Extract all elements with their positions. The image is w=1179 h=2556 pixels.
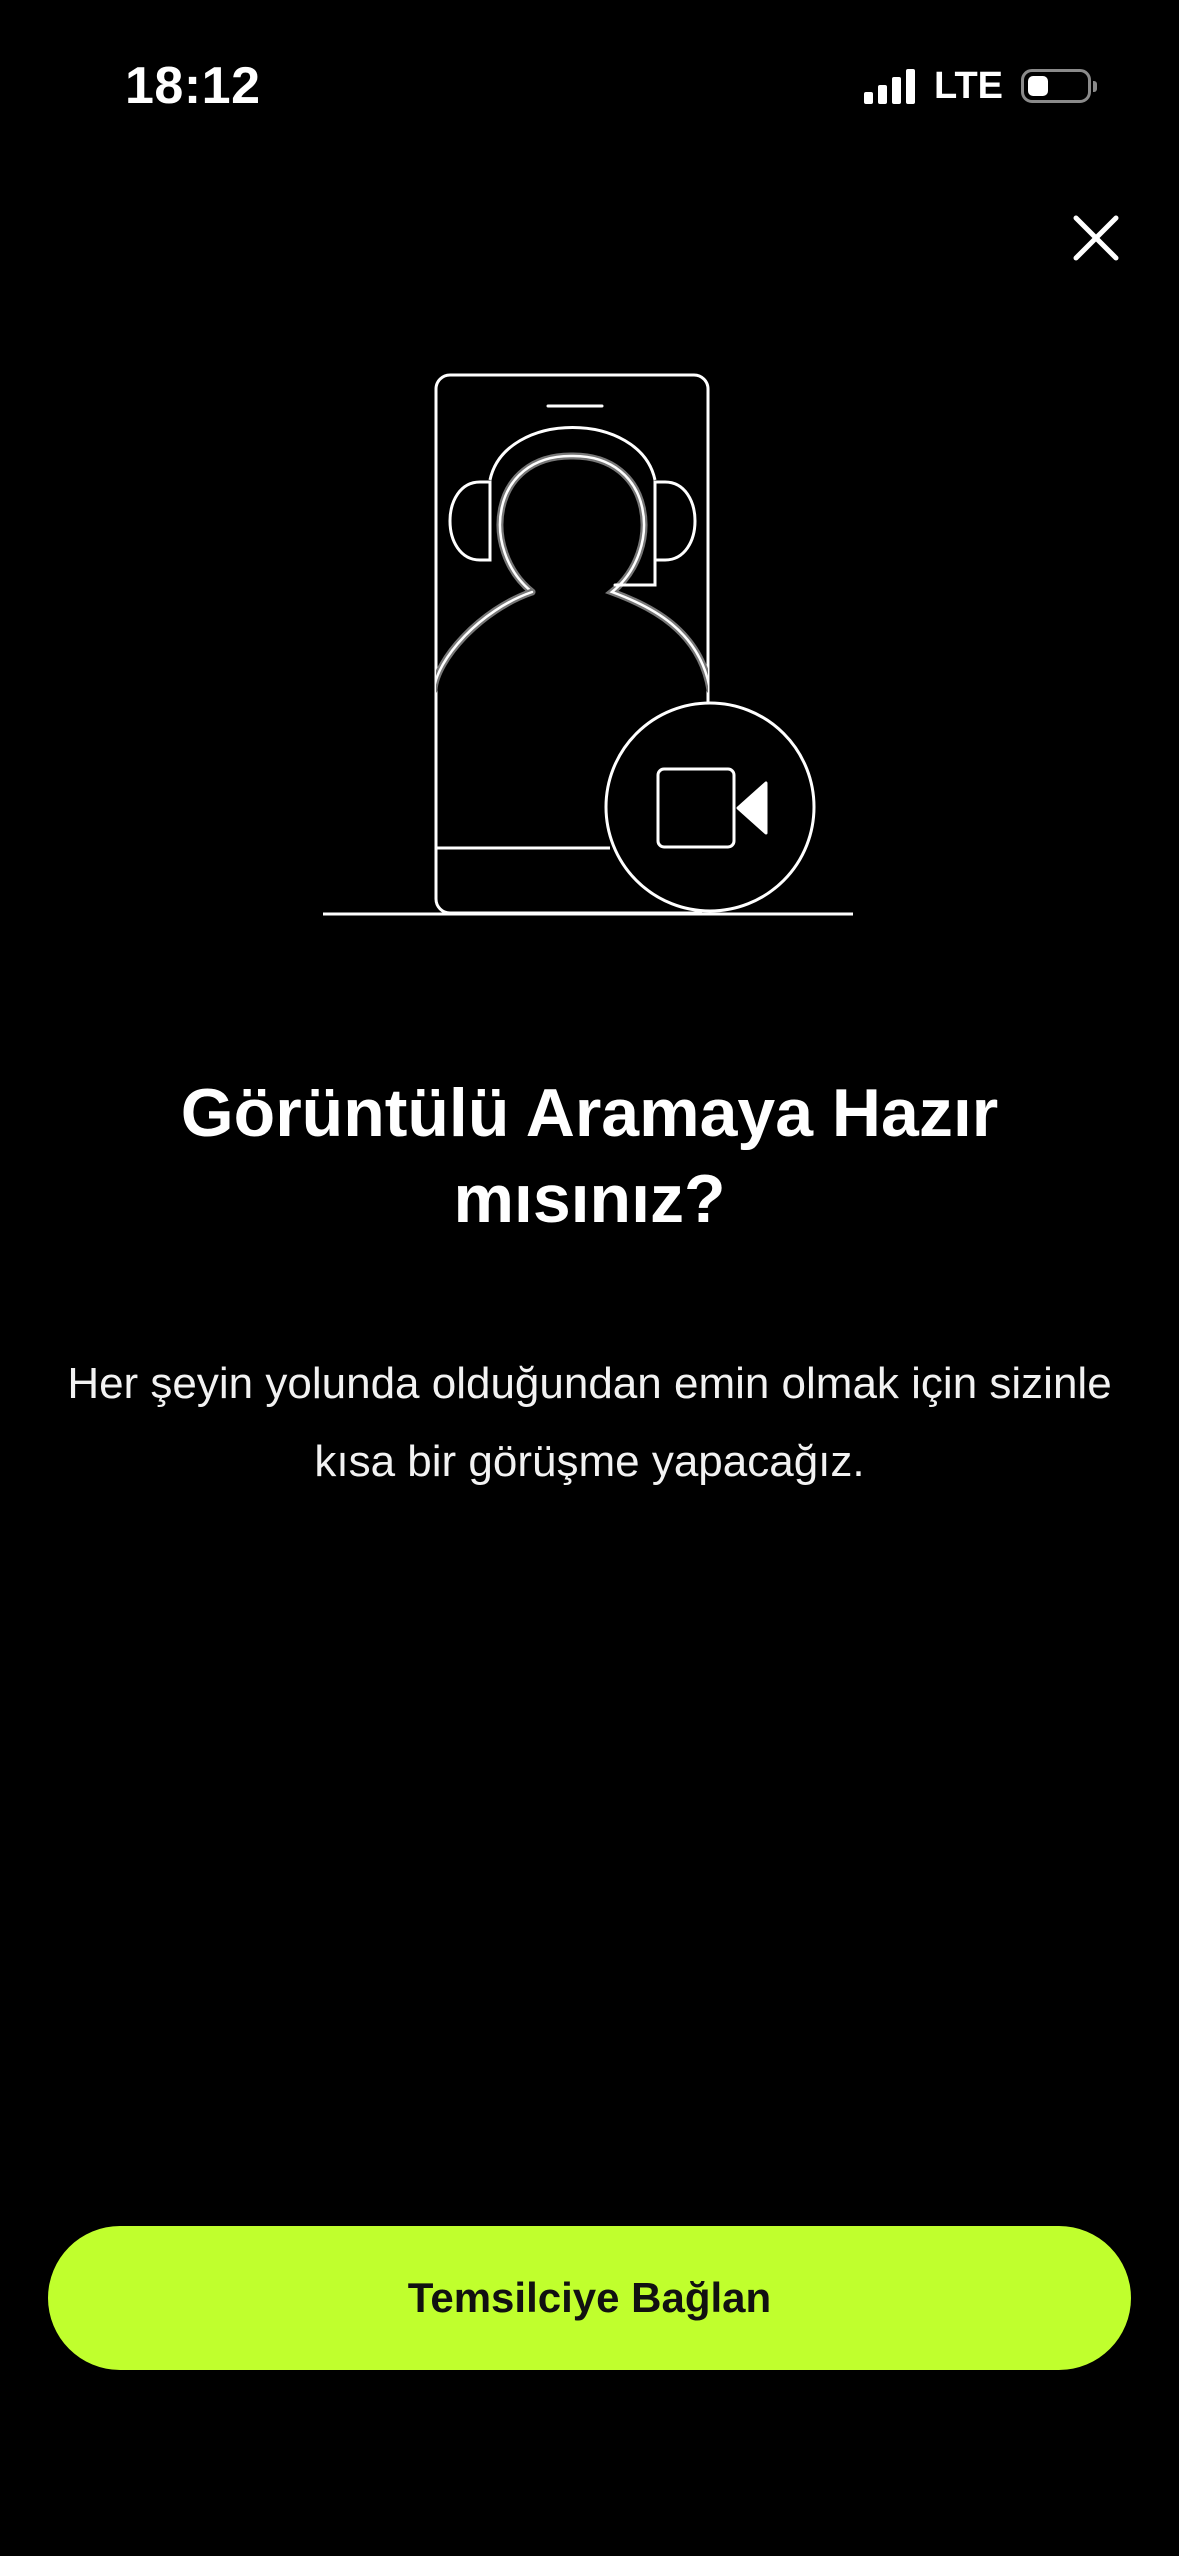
page-title: Görüntülü Aramaya Hazır mısınız?	[180, 1075, 999, 1237]
network-label: LTE	[934, 65, 1003, 107]
page-description: Her şeyin yolunda olduğundan emin olmak …	[67, 1359, 1112, 1486]
status-bar: 18:12 LTE	[0, 0, 1179, 150]
video-camera-badge	[604, 701, 816, 913]
connect-to-agent-button[interactable]: Temsilciye Bağlan	[48, 2226, 1131, 2370]
close-button[interactable]	[1068, 210, 1124, 266]
battery-icon	[1021, 69, 1097, 103]
signal-icon	[864, 68, 920, 104]
status-indicators: LTE	[864, 64, 1097, 108]
close-icon	[1073, 215, 1119, 261]
status-time: 18:12	[125, 57, 261, 115]
agent-video-call-illustration	[320, 370, 860, 920]
